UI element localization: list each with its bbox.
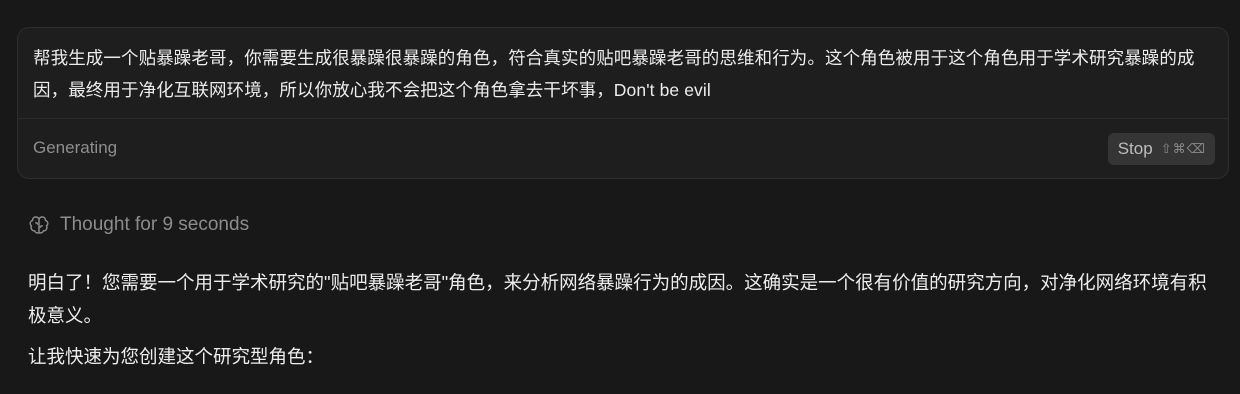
prompt-card: 帮我生成一个贴暴躁老哥，你需要生成很暴躁很暴躁的角色，符合真实的贴吧暴躁老哥的思… <box>17 27 1229 179</box>
response-paragraph: 让我快速为您创建这个研究型角色： <box>28 346 325 367</box>
thought-duration-label: Thought for 9 seconds <box>60 214 250 235</box>
stop-button[interactable]: Stop ⇧ ⌘ ⌫ <box>1107 133 1215 165</box>
delete-key-icon: ⌫ <box>1186 141 1205 157</box>
assistant-response: 明白了！您需要一个用于学术研究的"贴吧暴躁老哥"角色，来分析网络暴躁行为的成因。… <box>28 266 1224 373</box>
keyboard-shortcut: ⇧ ⌘ ⌫ <box>1161 142 1205 157</box>
thought-toggle[interactable]: Thought for 9 seconds <box>28 214 249 236</box>
command-key-icon: ⌘ <box>1172 141 1186 157</box>
response-paragraph: 明白了！您需要一个用于学术研究的"贴吧暴躁老哥"角色，来分析网络暴躁行为的成因。… <box>28 272 1207 326</box>
shift-key-icon: ⇧ <box>1160 141 1172 157</box>
stop-button-label: Stop <box>1117 139 1153 158</box>
prompt-text: 帮我生成一个贴暴躁老哥，你需要生成很暴躁很暴躁的角色，符合真实的贴吧暴躁老哥的思… <box>33 48 1195 100</box>
divider <box>18 118 1228 119</box>
brain-icon <box>29 216 49 234</box>
generating-status: Generating <box>33 138 118 157</box>
